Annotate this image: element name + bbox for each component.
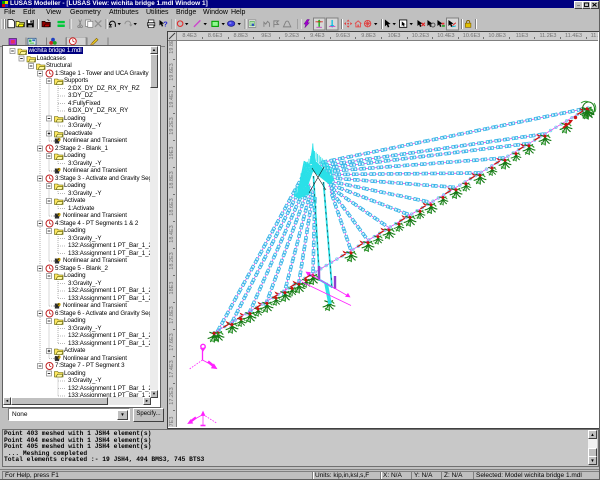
svg-text:?: ?	[163, 19, 168, 28]
